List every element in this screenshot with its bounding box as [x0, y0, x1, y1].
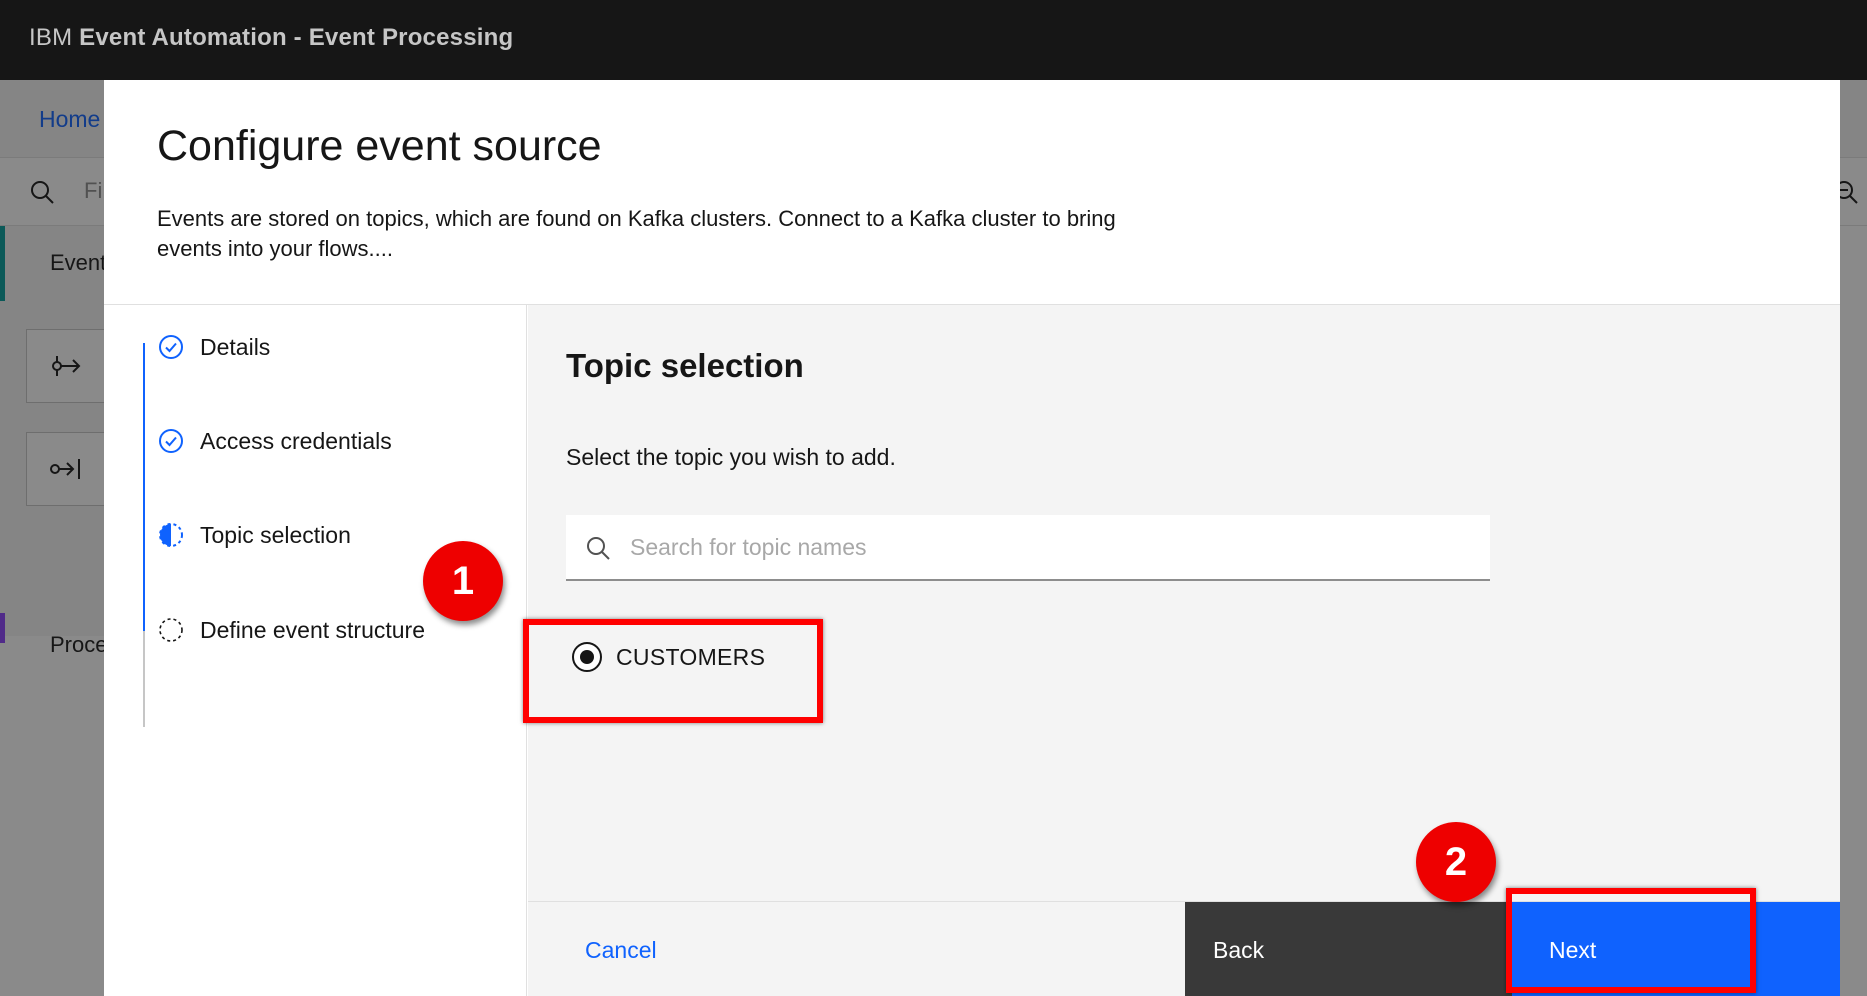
step-label: Details	[200, 333, 271, 360]
topic-search	[566, 515, 1490, 581]
app-header: IBM Event Automation - Event Processing	[0, 0, 1867, 80]
product-title: Event Automation - Event Processing	[79, 24, 514, 51]
step-badge-1: 1	[423, 541, 503, 621]
modal-title: Configure event source	[157, 122, 602, 170]
back-button[interactable]: Back	[1185, 902, 1512, 996]
section-subtitle: Select the topic you wish to add.	[566, 444, 896, 470]
radio-button-selected[interactable]	[572, 642, 602, 672]
step-details[interactable]: Details	[158, 327, 270, 367]
checkmark-outline-icon	[159, 335, 183, 359]
next-button[interactable]: Next	[1512, 902, 1840, 996]
modal-description: Events are stored on topics, which are f…	[157, 206, 1116, 261]
modal-header: Configure event source Events are stored…	[104, 80, 1840, 304]
topic-option-customers[interactable]: CUSTOMERS	[572, 637, 765, 677]
brand-name: IBM	[29, 24, 73, 51]
product-name[interactable]: IBM Event Automation - Event Processing	[29, 24, 513, 52]
section-title: Topic selection	[566, 347, 804, 384]
configure-event-source-modal: Configure event source Events are stored…	[104, 80, 1840, 996]
step-label: Access credentials	[200, 427, 392, 454]
search-icon	[587, 537, 610, 560]
step-access-credentials[interactable]: Access credentials	[158, 421, 392, 461]
modal-footer: Cancel Back Next	[528, 901, 1840, 996]
progress-track-active	[143, 343, 145, 631]
step-label: Topic selection	[200, 521, 351, 548]
topic-selection-panel: Topic selection Select the topic you wis…	[528, 305, 1840, 996]
modal-body: Details Access credentials Topic selecti…	[104, 304, 1840, 996]
step-badge-2: 2	[1416, 822, 1496, 902]
topic-name: CUSTOMERS	[616, 643, 766, 670]
topic-search-input[interactable]	[630, 515, 1470, 579]
step-define-event-structure[interactable]: Define event structure	[158, 610, 425, 650]
incomplete-step-icon	[159, 618, 183, 642]
step-label: Define event structure	[200, 616, 426, 643]
step-topic-selection[interactable]: Topic selection	[158, 515, 351, 555]
checkmark-outline-icon	[159, 429, 183, 453]
current-step-icon	[159, 523, 183, 547]
progress-indicator: Details Access credentials Topic selecti…	[104, 305, 527, 996]
cancel-button[interactable]: Cancel	[528, 902, 1185, 996]
